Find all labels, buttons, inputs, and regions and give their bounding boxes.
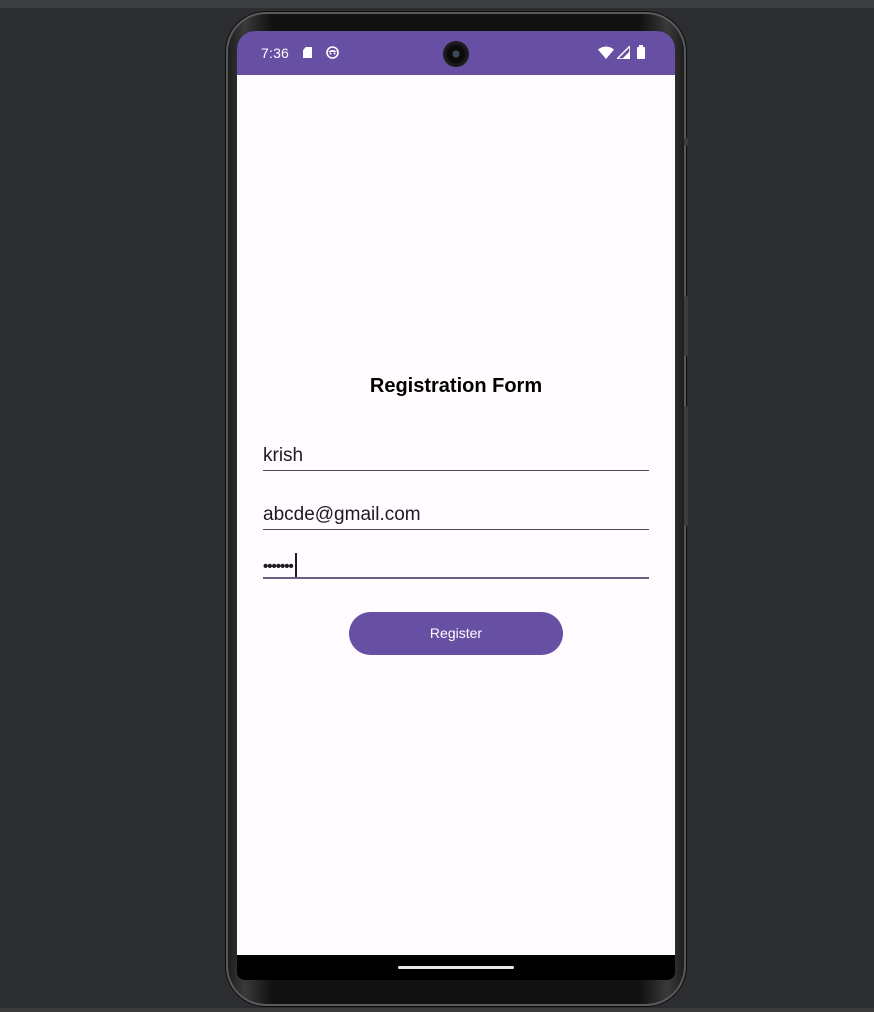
password-field-value: ••••••• bbox=[263, 553, 297, 579]
power-button bbox=[684, 296, 688, 356]
face-icon bbox=[326, 46, 339, 59]
window-top-strip bbox=[0, 0, 874, 8]
register-button[interactable]: Register bbox=[349, 612, 563, 655]
page-title: Registration Form bbox=[369, 375, 543, 397]
status-time: 7:36 bbox=[261, 45, 290, 61]
password-dots: ••••••• bbox=[263, 557, 294, 575]
text-cursor bbox=[294, 553, 297, 577]
phone-screen: 7:36 Registration Form krish abcde@gmail bbox=[237, 31, 675, 980]
wifi-icon bbox=[598, 46, 614, 59]
window-bottom-strip bbox=[0, 1008, 874, 1012]
email-field-underline bbox=[263, 529, 649, 530]
signal-icon bbox=[617, 46, 630, 59]
camera-cutout bbox=[443, 41, 469, 67]
name-field-underline bbox=[263, 470, 649, 471]
volume-button bbox=[684, 406, 688, 526]
name-field-value: krish bbox=[263, 445, 304, 466]
password-field[interactable]: ••••••• bbox=[263, 551, 649, 579]
phone-side-button bbox=[684, 138, 688, 146]
navigation-bar bbox=[237, 955, 675, 980]
battery-icon bbox=[637, 45, 645, 59]
registration-screen: Registration Form krish abcde@gmail.com … bbox=[237, 75, 675, 955]
email-field[interactable]: abcde@gmail.com bbox=[263, 504, 649, 530]
password-field-underline bbox=[263, 577, 649, 579]
status-bar: 7:36 bbox=[237, 31, 675, 75]
name-field[interactable]: krish bbox=[263, 445, 649, 471]
home-indicator[interactable] bbox=[398, 966, 514, 969]
sd-card-icon bbox=[303, 47, 312, 58]
email-field-value: abcde@gmail.com bbox=[263, 504, 421, 525]
